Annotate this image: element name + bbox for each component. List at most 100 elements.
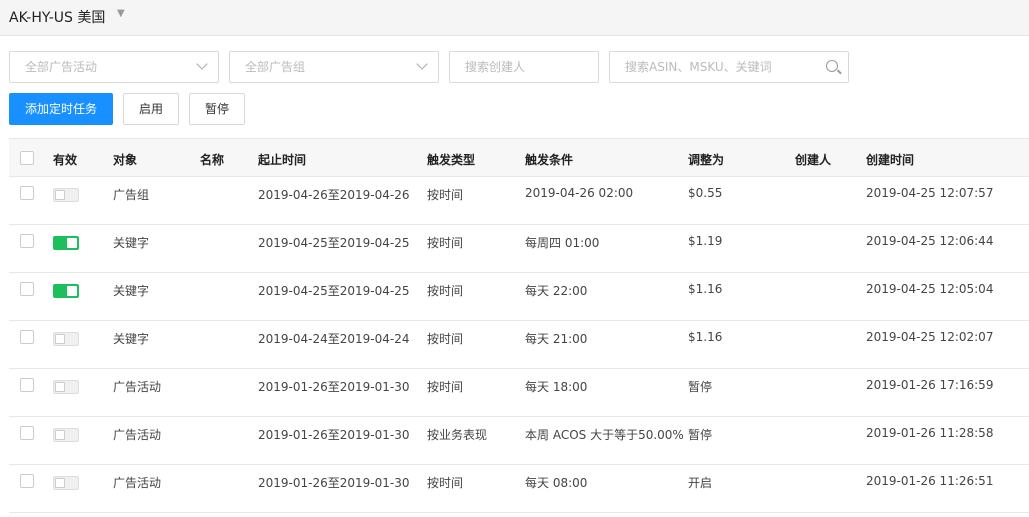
cell-created-at: 2019-01-26 11:26:51: [866, 474, 994, 488]
valid-toggle[interactable]: [53, 380, 79, 394]
cell-adjust-to: $1.16: [688, 330, 723, 344]
table-body: 广告组 2019-04-26至2019-04-26 按时间 2019-04-26 02…: [9, 177, 1029, 513]
column-header-created-at: 创建时间: [866, 153, 915, 167]
cell-object: 广告活动: [113, 476, 162, 490]
row-checkbox[interactable]: [20, 330, 34, 344]
search-icon[interactable]: [826, 60, 838, 72]
column-header-adjust-to: 调整为: [688, 153, 725, 167]
cell-trigger-condition: 本周 ACOS 大于等于50.00%: [525, 428, 684, 442]
cell-adjust-to: $1.19: [688, 234, 723, 248]
cell-created-at: 2019-04-25 12:07:57: [866, 186, 994, 200]
table-row: 广告活动 2019-01-26至2019-01-30 按时间 每天 18:00 暂停 20…: [9, 369, 1029, 417]
toggle-knob: [67, 238, 77, 248]
cell-created-at: 2019-01-26 17:16:59: [866, 378, 994, 392]
toggle-knob: [55, 334, 65, 344]
cell-period: 2019-04-24至2019-04-24: [258, 332, 410, 346]
column-header-period: 起止时间: [258, 153, 307, 167]
table-row: 广告活动 2019-01-26至2019-01-30 按业务表现 本周 ACOS 大于…: [9, 417, 1029, 465]
valid-toggle[interactable]: [53, 236, 79, 250]
cell-created-at: 2019-04-25 12:02:07: [866, 330, 994, 344]
campaign-filter-select[interactable]: 全部广告活动: [9, 51, 219, 83]
cell-trigger-condition: 每天 21:00: [525, 332, 588, 346]
cell-trigger-condition: 每周四 01:00: [525, 236, 600, 250]
cell-adjust-to: $0.55: [688, 186, 723, 200]
table-row: 关键字 2019-04-25至2019-04-25 按时间 每天 22:00 $1.16…: [9, 273, 1029, 321]
column-header-object: 对象: [113, 153, 138, 167]
table-row: 广告活动 2019-01-26至2019-01-30 按时间 每天 08:00 开启 20…: [9, 465, 1029, 513]
cell-object: 广告组: [113, 188, 150, 202]
toggle-knob: [55, 430, 65, 440]
cell-trigger-type: 按时间: [427, 236, 464, 250]
cell-trigger-type: 按时间: [427, 188, 464, 202]
cell-period: 2019-01-26至2019-01-30: [258, 428, 410, 442]
cell-object: 关键字: [113, 284, 150, 298]
adgroup-filter-select[interactable]: 全部广告组: [229, 51, 439, 83]
cell-trigger-condition: 每天 22:00: [525, 284, 588, 298]
column-header-valid: 有效: [53, 153, 78, 167]
table-header: 有效 对象 名称 起止时间 触发类型 触发条件 调整为 创建人 创建时间: [9, 138, 1029, 177]
store-selector[interactable]: AK-HY-US 美国: [9, 7, 105, 27]
chevron-down-icon: [416, 58, 428, 70]
cell-trigger-type: 按时间: [427, 380, 464, 394]
column-header-name: 名称: [200, 153, 225, 167]
cell-object: 广告活动: [113, 428, 162, 442]
pause-button[interactable]: 暂停: [189, 93, 245, 125]
table-row: 关键字 2019-04-24至2019-04-24 按时间 每天 21:00 $1.16…: [9, 321, 1029, 369]
cell-created-at: 2019-04-25 12:06:44: [866, 234, 994, 248]
column-header-trigger-condition: 触发条件: [525, 153, 574, 167]
creator-search-input[interactable]: 搜索创建人: [449, 51, 599, 83]
row-checkbox[interactable]: [20, 474, 34, 488]
top-bar: AK-HY-US 美国 ▼: [0, 0, 1029, 36]
valid-toggle[interactable]: [53, 188, 79, 202]
cell-period: 2019-01-26至2019-01-30: [258, 380, 410, 394]
cell-object: 关键字: [113, 236, 150, 250]
select-all-checkbox[interactable]: [20, 151, 34, 165]
campaign-filter-placeholder: 全部广告活动: [25, 60, 98, 74]
cell-object: 关键字: [113, 332, 150, 346]
creator-search-placeholder: 搜索创建人: [465, 60, 526, 74]
cell-adjust-to: 暂停: [688, 428, 713, 442]
row-checkbox[interactable]: [20, 234, 34, 248]
cell-adjust-to: 暂停: [688, 380, 713, 394]
toggle-knob: [55, 478, 65, 488]
row-checkbox[interactable]: [20, 378, 34, 392]
enable-button[interactable]: 启用: [123, 93, 179, 125]
cell-trigger-type: 按时间: [427, 284, 464, 298]
caret-down-icon[interactable]: ▼: [117, 8, 125, 19]
table-row: 广告组 2019-04-26至2019-04-26 按时间 2019-04-26 02…: [9, 177, 1029, 225]
keyword-search-input[interactable]: 搜索ASIN、MSKU、关键词: [609, 51, 849, 83]
keyword-search-placeholder: 搜索ASIN、MSKU、关键词: [625, 60, 772, 74]
toggle-knob: [67, 286, 77, 296]
cell-adjust-to: $1.16: [688, 282, 723, 296]
toggle-knob: [55, 190, 65, 200]
add-scheduled-task-button[interactable]: 添加定时任务: [9, 93, 113, 125]
row-checkbox[interactable]: [20, 426, 34, 440]
cell-created-at: 2019-04-25 12:05:04: [866, 282, 994, 296]
task-table: 有效 对象 名称 起止时间 触发类型 触发条件 调整为 创建人 创建时间 广告组…: [9, 138, 1029, 513]
cell-period: 2019-04-25至2019-04-25: [258, 284, 410, 298]
valid-toggle[interactable]: [53, 332, 79, 346]
toggle-knob: [55, 382, 65, 392]
table-row: 关键字 2019-04-25至2019-04-25 按时间 每周四 01:00 $1.1…: [9, 225, 1029, 273]
cell-period: 2019-01-26至2019-01-30: [258, 476, 410, 490]
cell-period: 2019-04-26至2019-04-26: [258, 188, 410, 202]
valid-toggle[interactable]: [53, 428, 79, 442]
cell-trigger-condition: 每天 08:00: [525, 476, 588, 490]
cell-trigger-condition: 2019-04-26 02:00: [525, 186, 634, 200]
cell-object: 广告活动: [113, 380, 162, 394]
cell-trigger-type: 按业务表现: [427, 428, 488, 442]
cell-trigger-type: 按时间: [427, 332, 464, 346]
valid-toggle[interactable]: [53, 476, 79, 490]
cell-trigger-type: 按时间: [427, 476, 464, 490]
row-checkbox[interactable]: [20, 186, 34, 200]
row-checkbox[interactable]: [20, 282, 34, 296]
cell-trigger-condition: 每天 18:00: [525, 380, 588, 394]
column-header-trigger-type: 触发类型: [427, 153, 476, 167]
cell-adjust-to: 开启: [688, 476, 713, 490]
valid-toggle[interactable]: [53, 284, 79, 298]
cell-created-at: 2019-01-26 11:28:58: [866, 426, 994, 440]
cell-period: 2019-04-25至2019-04-25: [258, 236, 410, 250]
column-header-creator: 创建人: [795, 153, 832, 167]
chevron-down-icon: [196, 58, 208, 70]
adgroup-filter-placeholder: 全部广告组: [245, 60, 306, 74]
